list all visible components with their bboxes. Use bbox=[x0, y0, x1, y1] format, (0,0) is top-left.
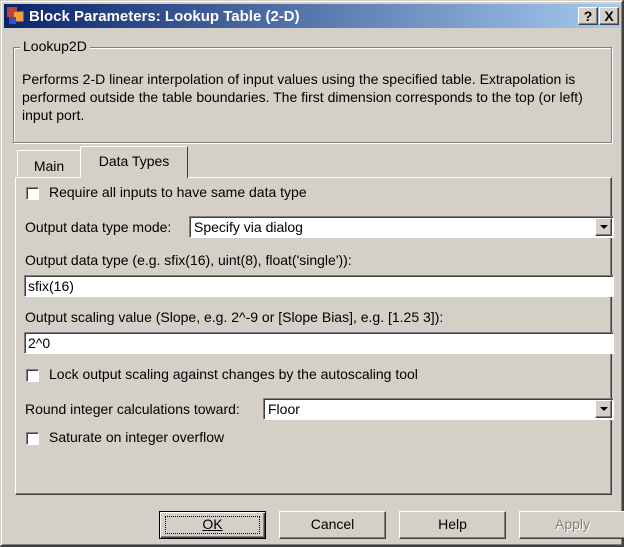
ok-button[interactable]: OK bbox=[159, 511, 266, 539]
cancel-button[interactable]: Cancel bbox=[279, 511, 386, 539]
saturate-checkbox[interactable] bbox=[26, 432, 39, 445]
output-mode-select[interactable]: Specify via dialog bbox=[189, 216, 614, 238]
tab-main[interactable]: Main bbox=[17, 150, 81, 176]
round-toward-select[interactable]: Floor bbox=[263, 398, 614, 420]
round-toward-value: Floor bbox=[268, 401, 300, 417]
output-mode-label: Output data type mode: bbox=[25, 219, 172, 235]
output-type-label: Output data type (e.g. sfix(16), uint(8)… bbox=[25, 252, 352, 268]
require-same-type-checkbox[interactable] bbox=[26, 187, 39, 200]
apply-button[interactable]: Apply bbox=[519, 511, 624, 539]
tab-data-types[interactable]: Data Types bbox=[80, 146, 188, 178]
round-toward-label: Round integer calculations toward: bbox=[25, 401, 240, 417]
lock-scaling-checkbox[interactable] bbox=[26, 369, 39, 382]
close-button[interactable]: X bbox=[599, 7, 619, 25]
title-bar[interactable]: Block Parameters: Lookup Table (2-D) ? X bbox=[4, 4, 620, 28]
chevron-down-icon[interactable] bbox=[595, 400, 612, 418]
output-scaling-input[interactable]: 2^0 bbox=[24, 332, 614, 354]
block-description: Performs 2-D linear interpolation of inp… bbox=[22, 71, 583, 123]
help-title-button[interactable]: ? bbox=[578, 7, 598, 25]
output-scaling-label: Output scaling value (Slope, e.g. 2^-9 o… bbox=[25, 309, 444, 325]
lock-scaling-label: Lock output scaling against changes by t… bbox=[49, 366, 418, 382]
output-type-input[interactable]: sfix(16) bbox=[24, 275, 614, 297]
chevron-down-icon[interactable] bbox=[595, 218, 612, 236]
simulink-block-icon bbox=[7, 7, 25, 25]
window-title: Block Parameters: Lookup Table (2-D) bbox=[29, 7, 300, 25]
require-same-type-label: Require all inputs to have same data typ… bbox=[49, 184, 307, 200]
group-title: Lookup2D bbox=[20, 38, 90, 54]
output-mode-value: Specify via dialog bbox=[194, 219, 303, 235]
help-button[interactable]: Help bbox=[399, 511, 506, 539]
focus-rectangle bbox=[165, 516, 260, 534]
saturate-label: Saturate on integer overflow bbox=[49, 429, 225, 445]
